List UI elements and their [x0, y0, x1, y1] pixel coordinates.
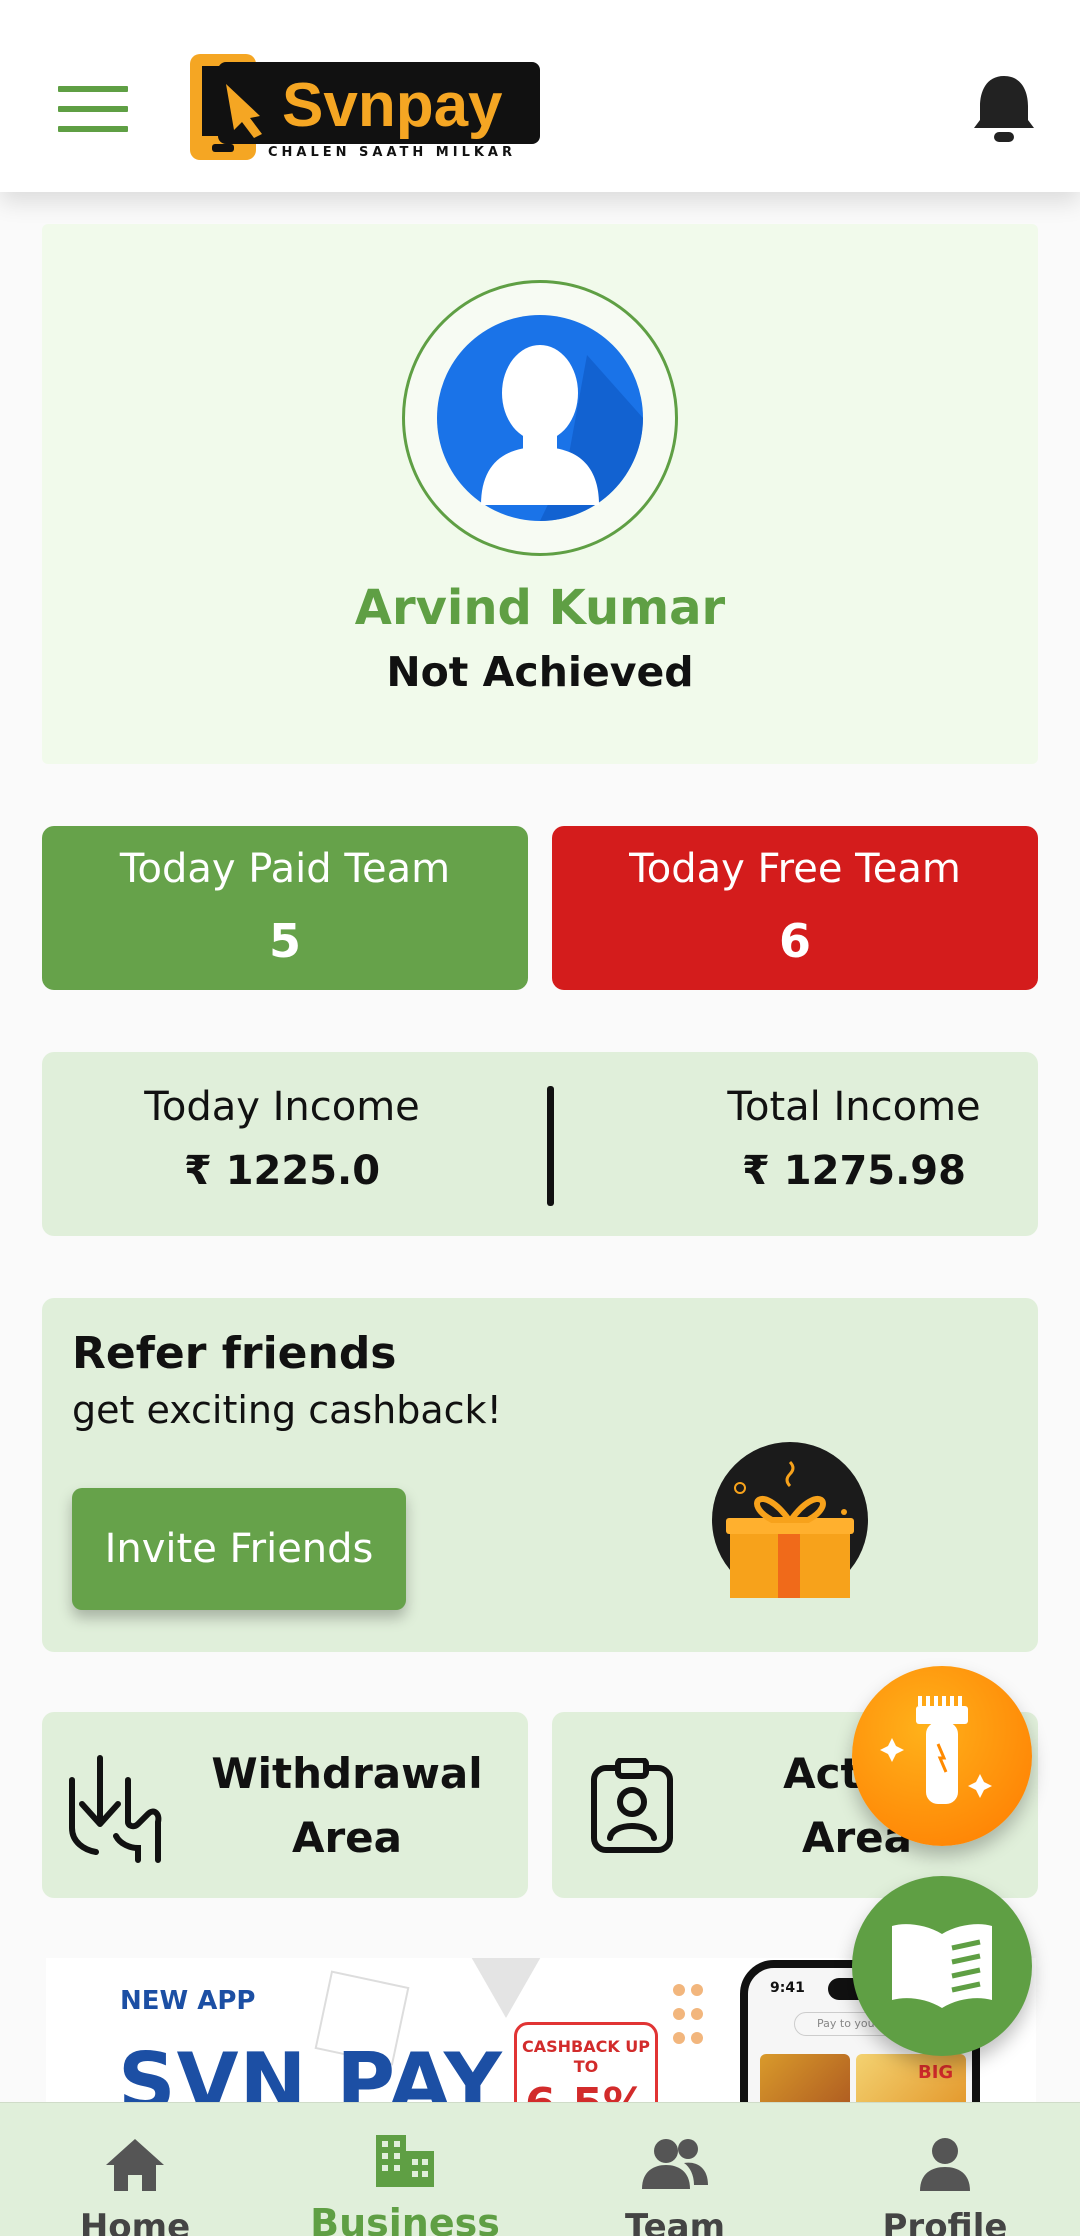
svg-text:Svnpay: Svnpay: [282, 71, 503, 140]
bottom-navigation: Home Business Team Profile: [0, 2102, 1080, 2236]
phone-big-label: BIG: [918, 2062, 954, 2083]
total-income: Total Income ₹ 1275.98: [634, 1084, 1074, 1194]
today-income-value: ₹ 1225.0: [183, 1148, 381, 1194]
achievement-status: Not Achieved: [386, 648, 694, 696]
nav-label-business: Business: [310, 2201, 500, 2236]
book-icon: [892, 1924, 992, 2008]
team-people-icon: [640, 2137, 710, 2197]
nav-item-profile[interactable]: Profile: [810, 2103, 1080, 2236]
business-building-icon: [374, 2133, 436, 2193]
paid-team-count: 5: [268, 914, 301, 968]
free-team-count: 6: [778, 914, 811, 968]
free-team-label: Today Free Team: [629, 846, 961, 892]
app-bar: Svnpay CHALEN SAATH MILKAR: [0, 0, 1080, 192]
banner-decoration: [466, 1958, 546, 2018]
income-card: Today Income ₹ 1225.0 Total Income ₹ 127…: [42, 1052, 1038, 1236]
profile-person-icon: [918, 2137, 972, 2197]
today-free-team-card[interactable]: Today Free Team 6: [552, 826, 1038, 990]
id-badge-icon: [590, 1757, 674, 1858]
book-fab-button[interactable]: [852, 1876, 1032, 2056]
svg-text:CHALEN SAATH MILKAR: CHALEN SAATH MILKAR: [268, 145, 516, 160]
nav-item-team[interactable]: Team: [540, 2103, 810, 2236]
user-avatar-icon[interactable]: [402, 280, 678, 556]
total-income-value: ₹ 1275.98: [742, 1148, 966, 1194]
profile-card: Arvind Kumar Not Achieved: [42, 224, 1038, 764]
invite-friends-button[interactable]: Invite Friends: [72, 1488, 406, 1610]
trimmer-fab-button[interactable]: [852, 1666, 1032, 1846]
nav-label-home: Home: [79, 2207, 191, 2236]
gift-icon: [712, 1442, 868, 1598]
refer-title: Refer friends: [72, 1328, 397, 1379]
cashback-label: CASHBACK UP TO: [521, 2037, 651, 2076]
withdrawal-area-label: Withdrawal Area: [211, 1749, 483, 1862]
total-income-label: Total Income: [727, 1084, 981, 1130]
bell-icon[interactable]: [972, 72, 1036, 146]
home-icon: [104, 2137, 166, 2197]
withdrawal-area-card[interactable]: Withdrawal Area: [42, 1712, 528, 1898]
paid-team-label: Today Paid Team: [119, 846, 451, 892]
today-income: Today Income ₹ 1225.0: [62, 1084, 502, 1194]
today-paid-team-card[interactable]: Today Paid Team 5: [42, 826, 528, 990]
nav-label-team: Team: [624, 2207, 726, 2236]
banner-new-label: NEW APP: [120, 1986, 256, 2016]
phone-time: 9:41: [770, 1980, 805, 1996]
profile-name: Arvind Kumar: [354, 580, 726, 636]
nav-item-business[interactable]: Business: [270, 2103, 540, 2236]
banner-dots: [670, 1980, 710, 2090]
hamburger-menu-icon[interactable]: [58, 86, 128, 134]
nav-label-profile: Profile: [882, 2207, 1008, 2236]
refer-friends-card: Refer friends get exciting cashback! Inv…: [42, 1298, 1038, 1652]
svnpay-logo: Svnpay CHALEN SAATH MILKAR: [190, 54, 544, 164]
refer-subtitle: get exciting cashback!: [72, 1388, 502, 1432]
nav-item-home[interactable]: Home: [0, 2103, 270, 2236]
income-divider: [547, 1086, 554, 1206]
withdraw-hand-icon: [68, 1752, 164, 1868]
today-income-label: Today Income: [144, 1084, 420, 1130]
trimmer-icon: [880, 1696, 992, 1804]
